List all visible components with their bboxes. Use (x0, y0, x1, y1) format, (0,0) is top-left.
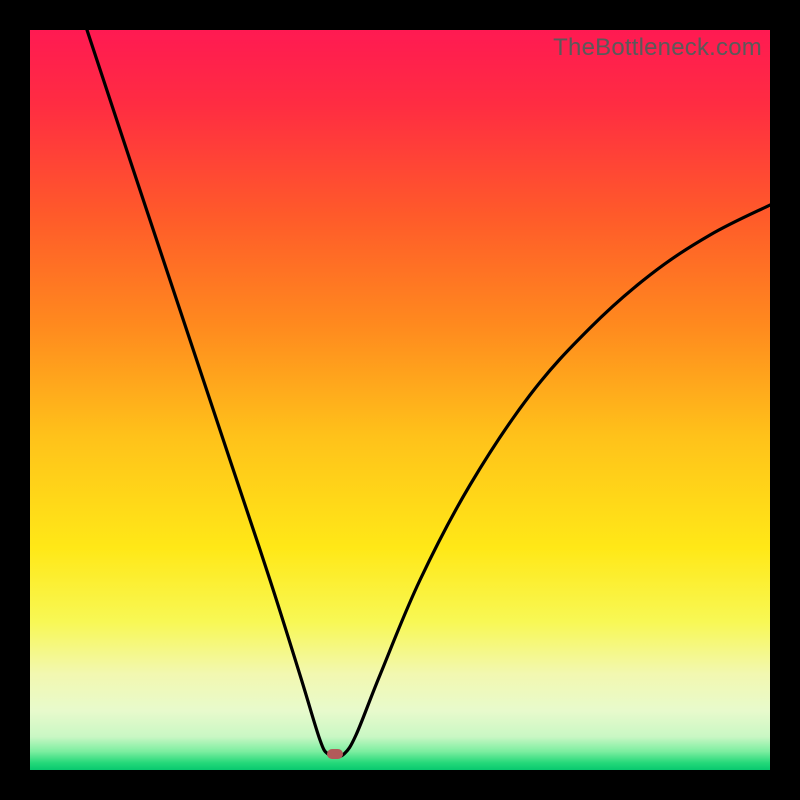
bottleneck-curve (30, 30, 770, 770)
optimal-point-marker (327, 749, 343, 759)
chart-frame: TheBottleneck.com (0, 0, 800, 800)
plot-area: TheBottleneck.com (30, 30, 770, 770)
watermark-text: TheBottleneck.com (553, 34, 762, 62)
